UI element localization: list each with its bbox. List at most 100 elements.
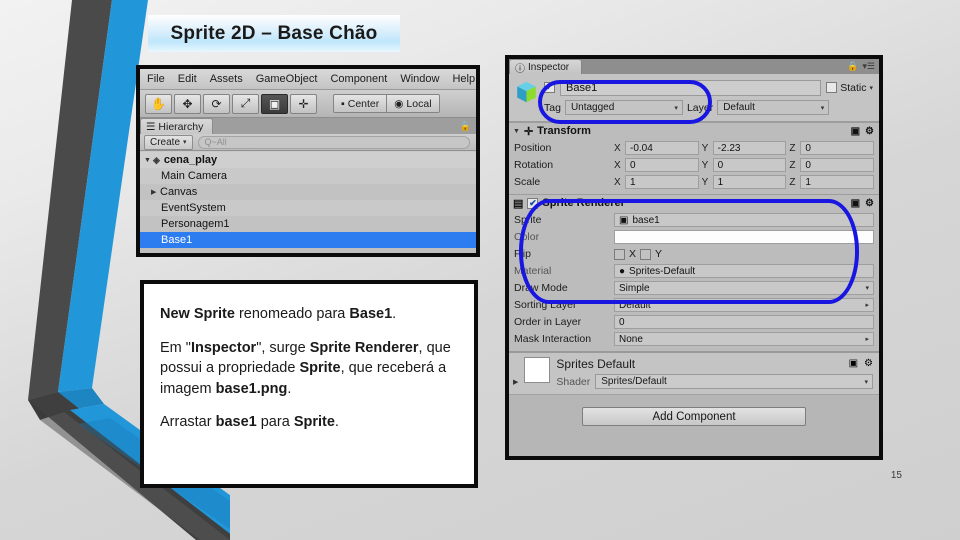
hierarchy-item-main-camera[interactable]: Main Camera bbox=[140, 168, 476, 184]
scale-y-input[interactable]: 1 bbox=[712, 175, 787, 189]
rotate-tool-icon[interactable]: ⟳ bbox=[203, 93, 230, 114]
transform-tool-icon[interactable]: ✛ bbox=[290, 93, 317, 114]
pivot-mode-button[interactable]: ▪ Center bbox=[333, 94, 388, 113]
object-name-input[interactable]: Base1 bbox=[560, 79, 822, 96]
sprite-value: base1 bbox=[632, 214, 660, 226]
explanation-2a: Em " bbox=[160, 339, 191, 356]
axis-y-label: Y bbox=[701, 142, 709, 154]
chevron-right-icon[interactable]: ▶ bbox=[513, 378, 518, 386]
scale-x-input[interactable]: 1 bbox=[625, 175, 699, 189]
chevron-down-icon[interactable]: ▼ bbox=[144, 157, 153, 164]
order-in-layer-input[interactable]: 0 bbox=[614, 315, 874, 329]
chevron-right-icon[interactable]: ▶ bbox=[151, 188, 160, 196]
gameobject-cube-icon bbox=[517, 81, 536, 103]
hierarchy-search-input[interactable]: Q~All bbox=[197, 135, 470, 149]
page-number: 15 bbox=[890, 470, 902, 481]
position-y-input[interactable]: -2.23 bbox=[712, 141, 787, 155]
tag-dropdown[interactable]: Untagged ▾ bbox=[564, 100, 683, 115]
hand-tool-icon[interactable]: ✋ bbox=[145, 93, 172, 114]
help-icon[interactable]: ▣ bbox=[849, 358, 858, 369]
mask-interaction-value: None bbox=[619, 333, 643, 345]
menu-item-window[interactable]: Window bbox=[400, 73, 439, 85]
shader-label: Shader bbox=[556, 375, 591, 388]
tab-inspector[interactable]: ⓘ Inspector bbox=[509, 59, 583, 75]
material-object-field[interactable]: ● Sprites-Default bbox=[614, 264, 874, 278]
draw-mode-dropdown[interactable]: Simple ▾ bbox=[614, 281, 874, 295]
slide-title-box: Sprite 2D – Base Chão bbox=[148, 15, 400, 52]
gear-icon[interactable]: ⚙ bbox=[864, 358, 873, 369]
gear-icon[interactable]: ⚙ bbox=[865, 126, 874, 137]
lock-icon[interactable]: 🔒 bbox=[847, 61, 858, 72]
menu-icon[interactable]: ▾☰ bbox=[862, 61, 875, 72]
hierarchy-item-canvas[interactable]: ▶ Canvas bbox=[140, 184, 476, 200]
menu-item-edit[interactable]: Edit bbox=[178, 73, 197, 85]
scale-tool-icon[interactable]: ⤢ bbox=[232, 93, 259, 114]
hierarchy-item-cena-play[interactable]: ▼ ◈ cena_play bbox=[140, 152, 476, 168]
object-enabled-checkbox[interactable]: ✔ bbox=[544, 82, 555, 93]
material-preview-block: ▶ Sprites Default Shader Sprites/Default… bbox=[509, 351, 879, 394]
scale-z-input[interactable]: 1 bbox=[800, 175, 875, 189]
explanation-3e: . bbox=[334, 414, 339, 431]
menu-item-component[interactable]: Component bbox=[330, 73, 387, 85]
move-tool-icon[interactable]: ✥ bbox=[174, 93, 201, 114]
sorting-layer-dropdown[interactable]: Default ▸ bbox=[614, 298, 874, 312]
position-label: Position bbox=[514, 142, 552, 154]
flip-checkboxes: X Y bbox=[614, 248, 874, 260]
hierarchy-item-base1[interactable]: Base1 bbox=[140, 232, 476, 248]
static-checkbox[interactable] bbox=[826, 82, 838, 93]
mask-interaction-dropdown[interactable]: None ▸ bbox=[614, 332, 874, 346]
rotation-z-input[interactable]: 0 bbox=[800, 158, 875, 172]
material-details: Sprites Default Shader Sprites/Default ▾ bbox=[556, 357, 873, 389]
transform-component-header[interactable]: ▼ ✛ Transform ▣ ⚙ bbox=[509, 122, 879, 139]
color-swatch-field[interactable] bbox=[614, 230, 874, 244]
sprite-object-field[interactable]: ▣ base1 bbox=[614, 213, 874, 227]
material-preview-swatch bbox=[524, 357, 551, 383]
gear-icon[interactable]: ⚙ bbox=[865, 198, 874, 209]
explanation-2b: Inspector bbox=[190, 339, 257, 356]
flip-y-checkbox[interactable] bbox=[640, 248, 652, 260]
rect-tool-icon[interactable]: ▣ bbox=[261, 93, 288, 114]
sprite-renderer-component-header[interactable]: ▤ ✔ Sprite Renderer ▣ ⚙ bbox=[509, 194, 879, 211]
hierarchy-item-personagem1[interactable]: Personagem1 bbox=[140, 216, 476, 232]
help-icon[interactable]: ▣ bbox=[851, 126, 860, 137]
rotation-x-input[interactable]: 0 bbox=[625, 158, 699, 172]
flip-x-checkbox[interactable] bbox=[614, 248, 625, 260]
flip-x-label: X bbox=[629, 248, 637, 260]
menu-item-gameobject[interactable]: GameObject bbox=[256, 73, 318, 85]
add-component-button[interactable]: Add Component bbox=[582, 407, 806, 426]
sorting-layer-label: Sorting Layer bbox=[514, 299, 577, 311]
add-component-area: Add Component bbox=[509, 394, 879, 436]
explanation-3d: Sprite bbox=[293, 414, 335, 431]
explanation-paragraph-2: Em "Inspector", surge Sprite Renderer, q… bbox=[160, 338, 458, 400]
menu-item-help[interactable]: Help bbox=[452, 73, 475, 85]
sprite-renderer-enabled-checkbox[interactable]: ✔ bbox=[527, 197, 539, 209]
help-icon[interactable]: ▣ bbox=[851, 198, 860, 209]
hierarchy-item-eventsystem[interactable]: EventSystem bbox=[140, 200, 476, 216]
transform-title: Transform bbox=[537, 125, 591, 137]
sorting-layer-row: Sorting Layer Default ▸ bbox=[514, 297, 874, 313]
inspector-header-icons: 🔒 ▾☰ bbox=[847, 61, 875, 72]
hierarchy-item-label: EventSystem bbox=[161, 202, 226, 214]
lock-icon[interactable]: 🔒 bbox=[460, 121, 471, 132]
position-axes: X -0.04 Y -2.23 Z 0 bbox=[614, 141, 875, 155]
material-row: Material ● Sprites-Default bbox=[514, 263, 874, 279]
chevron-down-icon[interactable]: ▼ bbox=[513, 128, 520, 135]
hierarchy-item-label: Main Camera bbox=[161, 170, 228, 182]
scene-icon: ◈ bbox=[153, 154, 160, 165]
pivot-icon: ▪ bbox=[341, 97, 345, 110]
material-asset-icon: ● bbox=[619, 265, 626, 277]
position-z-input[interactable]: 0 bbox=[800, 141, 875, 155]
space-mode-button[interactable]: ◉ Local bbox=[387, 94, 440, 113]
layer-dropdown[interactable]: Default ▾ bbox=[717, 100, 830, 115]
chevron-down-icon[interactable]: ▾ bbox=[869, 84, 873, 92]
transform-icon: ✛ bbox=[523, 125, 534, 138]
tab-hierarchy[interactable]: ☰ Hierarchy bbox=[140, 118, 214, 134]
static-toggle[interactable]: Static ▾ bbox=[826, 82, 873, 94]
menu-item-file[interactable]: File bbox=[147, 73, 165, 85]
explanation-3b: base1 bbox=[215, 414, 257, 431]
menu-item-assets[interactable]: Assets bbox=[210, 73, 243, 85]
create-button[interactable]: Create ▾ bbox=[144, 134, 193, 150]
position-x-input[interactable]: -0.04 bbox=[625, 141, 699, 155]
shader-dropdown[interactable]: Sprites/Default ▾ bbox=[595, 374, 873, 389]
rotation-y-input[interactable]: 0 bbox=[712, 158, 787, 172]
